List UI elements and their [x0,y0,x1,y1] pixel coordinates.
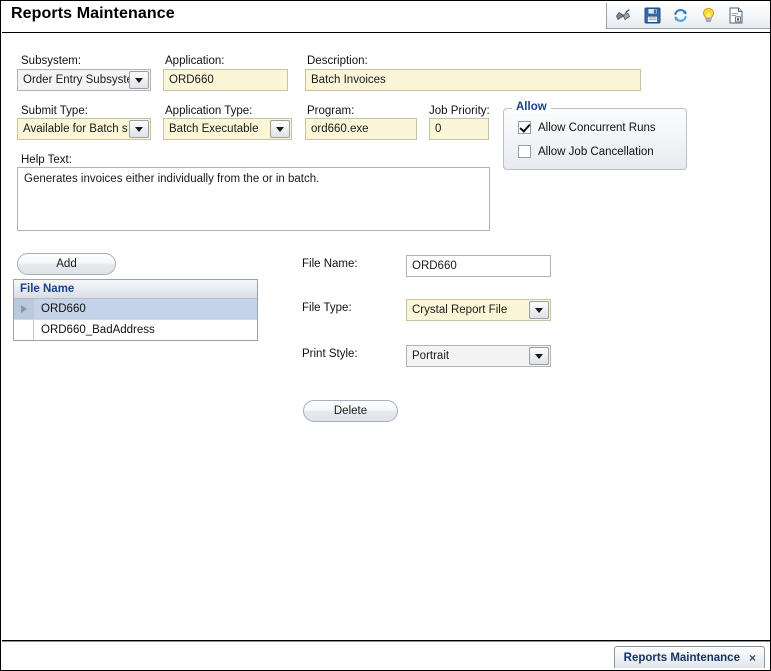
application-label: Application: [165,55,225,67]
title-bar: Reports Maintenance [2,2,770,33]
allow-job-cancellation-checkbox[interactable] [518,145,531,158]
tab-label: Reports Maintenance [623,651,740,664]
print-style-label: Print Style: [302,348,358,360]
page-title: Reports Maintenance [11,5,175,22]
chevron-down-icon [535,307,543,313]
file-grid-header: File Name [14,280,257,299]
print-style-combo[interactable]: Portrait [406,345,551,367]
add-button[interactable]: Add [17,253,116,275]
subsystem-label: Subsystem: [21,55,82,67]
row-indicator [14,320,34,340]
allow-group-legend: Allow [512,101,551,113]
subsystem-combo-value: Order Entry Subsystem [23,74,129,86]
lightbulb-icon[interactable] [697,5,719,27]
file-type-combo[interactable]: Crystal Report File [406,299,551,321]
file-name-input[interactable]: ORD660 [406,255,551,277]
print-style-dropdown-button[interactable] [529,347,549,365]
report-page-icon[interactable] [725,5,747,27]
form-client-area: Subsystem: Order Entry Subsystem Applica… [2,33,770,640]
find-binoculars-icon[interactable] [613,5,635,27]
chevron-down-icon [135,126,143,132]
description-label: Description: [307,55,368,67]
submit-type-label: Submit Type: [21,105,88,117]
file-grid-column-file-name: File Name [20,283,75,295]
table-cell-file-name: ORD660 [41,303,86,315]
file-grid[interactable]: File Name ORD660 ORD660_BadAddress [13,279,258,341]
job-priority-input[interactable]: 0 [429,118,489,140]
save-floppy-icon[interactable] [641,5,663,27]
chevron-down-icon [135,77,143,83]
document-tab-strip: Reports Maintenance × [2,641,770,670]
allow-job-cancellation-row[interactable]: Allow Job Cancellation [518,145,654,158]
help-text-area[interactable]: Generates invoices either individually f… [17,167,490,231]
file-type-dropdown-button[interactable] [529,301,549,319]
subsystem-dropdown-button[interactable] [129,71,149,89]
program-input[interactable]: ord660.exe [305,118,417,140]
submit-type-dropdown-button[interactable] [129,120,149,138]
submit-type-combo-value: Available for Batch s [23,123,128,135]
file-type-label: File Type: [302,302,352,314]
table-row[interactable]: ORD660 [14,299,257,320]
subsystem-combo[interactable]: Order Entry Subsystem [17,69,151,91]
help-text-label: Help Text: [21,154,72,166]
file-type-combo-value: Crystal Report File [412,304,508,316]
row-selector-arrow-icon [20,305,27,313]
application-type-combo-value: Batch Executable [169,123,259,135]
table-row[interactable]: ORD660_BadAddress [14,320,257,340]
application-window: Reports Maintenance Subsystem: Order Ent… [0,0,771,671]
toolbar [606,3,770,29]
allow-concurrent-runs-label: Allow Concurrent Runs [538,121,656,134]
description-input[interactable]: Batch Invoices [305,69,641,91]
job-priority-label: Job Priority: [429,105,490,117]
application-type-dropdown-button[interactable] [270,120,290,138]
chevron-down-icon [276,126,284,132]
row-indicator [14,299,34,319]
print-style-combo-value: Portrait [412,350,450,362]
allow-job-cancellation-label: Allow Job Cancellation [538,145,654,158]
tab-reports-maintenance[interactable]: Reports Maintenance × [613,646,765,668]
chevron-down-icon [535,353,543,359]
application-type-combo[interactable]: Batch Executable [163,118,292,140]
submit-type-combo[interactable]: Available for Batch s [17,118,151,140]
file-name-label: File Name: [302,258,358,270]
program-label: Program: [307,105,355,117]
delete-button[interactable]: Delete [303,400,398,422]
close-icon[interactable]: × [749,652,756,664]
allow-concurrent-runs-checkbox[interactable] [518,121,531,134]
application-type-label: Application Type: [165,105,253,117]
table-cell-file-name: ORD660_BadAddress [41,324,155,336]
application-input[interactable]: ORD660 [163,69,288,91]
allow-group-box: Allow Allow Concurrent Runs Allow Job Ca… [503,101,687,170]
refresh-icon[interactable] [669,5,691,27]
allow-concurrent-runs-row[interactable]: Allow Concurrent Runs [518,121,656,134]
